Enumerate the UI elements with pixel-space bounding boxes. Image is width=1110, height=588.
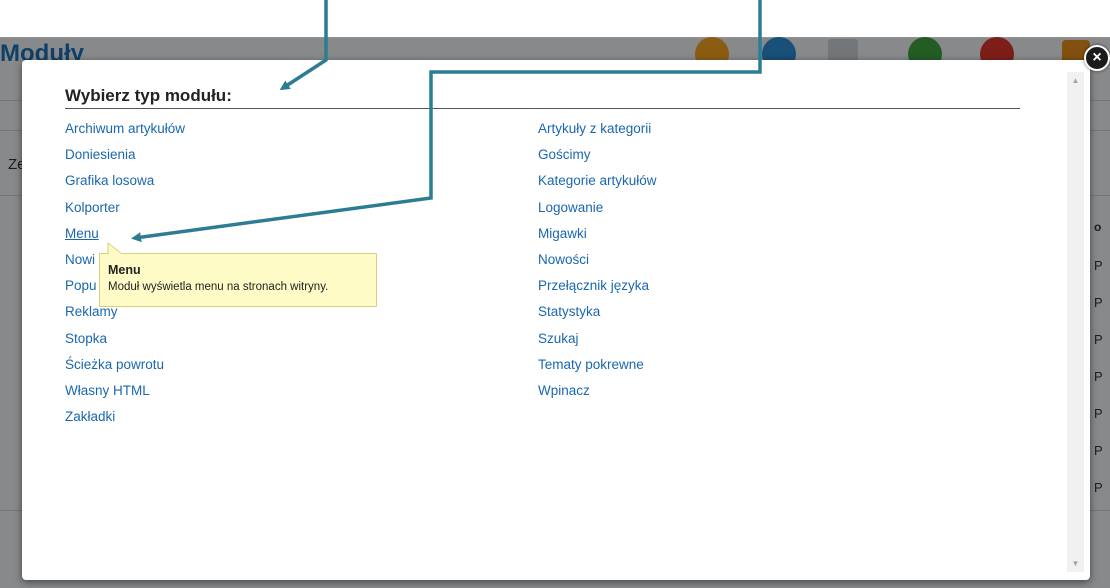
module-link[interactable]: Przełącznik języka [538, 277, 657, 303]
module-link[interactable]: Szukaj [538, 330, 657, 356]
close-button[interactable]: × [1084, 45, 1110, 71]
module-link[interactable]: Artykuły z kategorii [538, 120, 657, 146]
scroll-down-icon[interactable]: ▼ [1067, 555, 1084, 572]
module-link[interactable]: Nowości [538, 251, 657, 277]
module-link[interactable]: Gościmy [538, 146, 657, 172]
module-link[interactable]: Wpinacz [538, 382, 657, 408]
module-link[interactable]: Doniesienia [65, 146, 185, 172]
tooltip-description: Moduł wyświetla menu na stronach witryny… [108, 281, 329, 293]
annotation-band [0, 0, 1110, 37]
module-link[interactable]: Migawki [538, 225, 657, 251]
tooltip-title: Menu [108, 263, 141, 277]
module-link[interactable]: Archiwum artykułów [65, 120, 185, 146]
module-link[interactable]: Grafika losowa [65, 172, 185, 198]
module-link[interactable]: Logowanie [538, 199, 657, 225]
module-link-menu[interactable]: Menu [65, 225, 185, 251]
module-type-dialog: Wybierz typ modułu: Archiwum artykułów D… [22, 60, 1090, 580]
module-link[interactable]: Stopka [65, 330, 185, 356]
module-link[interactable]: Statystyka [538, 303, 657, 329]
module-tooltip: Menu Moduł wyświetla menu na stronach wi… [99, 253, 377, 307]
dialog-title: Wybierz typ modułu: [65, 86, 232, 105]
title-divider [65, 108, 1020, 109]
module-link[interactable]: Ścieżka powrotu [65, 356, 185, 382]
module-link[interactable]: Zakładki [65, 408, 185, 434]
module-link[interactable]: Kolporter [65, 199, 185, 225]
module-link[interactable]: Reklamy [65, 303, 185, 329]
scroll-up-icon[interactable]: ▲ [1067, 72, 1084, 89]
module-list-right: Artykuły z kategorii Gościmy Kategorie a… [538, 120, 657, 408]
module-link[interactable]: Własny HTML [65, 382, 185, 408]
module-link[interactable]: Tematy pokrewne [538, 356, 657, 382]
module-link[interactable]: Kategorie artykułów [538, 172, 657, 198]
dialog-scrollbar[interactable]: ▲ ▼ [1067, 72, 1084, 572]
